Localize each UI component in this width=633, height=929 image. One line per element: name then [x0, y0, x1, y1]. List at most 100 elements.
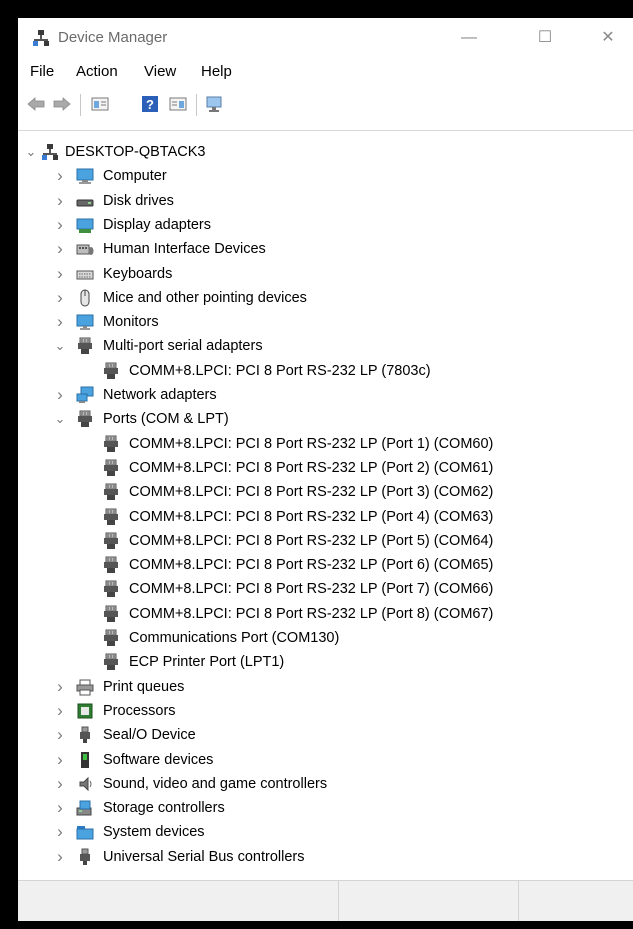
tree-category[interactable]: › Computer — [18, 164, 633, 188]
show-hidden-icon[interactable] — [168, 94, 188, 114]
tree-category-label: System devices — [103, 824, 205, 841]
tree-category-label: Universal Serial Bus controllers — [103, 848, 305, 865]
title-bar[interactable]: Device Manager — ☐ ✕ — [18, 18, 633, 58]
tree-device-label: COMM+8.LPCI: PCI 8 Port RS-232 LP (Port … — [129, 459, 494, 476]
port-icon — [104, 556, 118, 574]
close-button[interactable]: ✕ — [585, 22, 631, 54]
tree-device[interactable]: COMM+8.LPCI: PCI 8 Port RS-232 LP (Port … — [18, 505, 633, 529]
tree-category-label: Mice and other pointing devices — [103, 289, 307, 306]
chevron-down-icon[interactable]: ⌄ — [53, 407, 67, 431]
back-icon[interactable] — [26, 94, 46, 114]
tree-device-label: COMM+8.LPCI: PCI 8 Port RS-232 LP (Port … — [129, 557, 494, 574]
chevron-right-icon[interactable]: › — [53, 820, 67, 844]
tree-category[interactable]: › Software devices — [18, 748, 633, 772]
usb-plug-icon — [80, 726, 90, 744]
port-icon — [104, 629, 118, 646]
tree-root[interactable]: ⌄ DESKTOP-QBTACK3 — [18, 140, 633, 164]
tree-category[interactable]: › Sound, video and game controllers — [18, 772, 633, 796]
tree-category-label: Keyboards — [103, 265, 173, 282]
tree-category[interactable]: › Seal/O Device — [18, 723, 633, 747]
computer-network-icon — [42, 144, 58, 160]
tree-category[interactable]: ⌄ Multi-port serial adapters — [18, 334, 633, 358]
forward-icon[interactable] — [52, 94, 72, 114]
tree-device[interactable]: COMM+8.LPCI: PCI 8 Port RS-232 LP (7803c… — [18, 359, 633, 383]
tree-root-label: DESKTOP-QBTACK3 — [65, 144, 206, 160]
port-icon — [104, 653, 118, 671]
tree-category-label: Multi-port serial adapters — [103, 338, 263, 355]
chevron-right-icon[interactable]: › — [53, 262, 67, 286]
tree-category-label: Seal/O Device — [103, 727, 196, 744]
properties-icon[interactable] — [90, 94, 110, 114]
menu-file[interactable]: File — [30, 63, 54, 80]
tree-category[interactable]: › Storage controllers — [18, 796, 633, 820]
tree-category[interactable]: › System devices — [18, 820, 633, 844]
tree-device-label: ECP Printer Port (LPT1) — [129, 654, 285, 671]
tree-category[interactable]: › Processors — [18, 699, 633, 723]
tree-device-label: COMM+8.LPCI: PCI 8 Port RS-232 LP (Port … — [129, 532, 494, 549]
tree-device[interactable]: Communications Port (COM130) — [18, 626, 633, 650]
tree-category[interactable]: › Human Interface Devices — [18, 237, 633, 261]
computer-icon — [76, 168, 94, 185]
maximize-button[interactable]: ☐ — [522, 22, 568, 54]
chevron-right-icon[interactable]: › — [53, 675, 67, 699]
status-bar — [18, 880, 633, 921]
chevron-right-icon[interactable]: › — [53, 845, 67, 869]
menu-help[interactable]: Help — [201, 63, 232, 80]
chevron-right-icon[interactable]: › — [53, 237, 67, 261]
chevron-down-icon[interactable]: ⌄ — [53, 334, 67, 358]
tree-category[interactable]: › Mice and other pointing devices — [18, 286, 633, 310]
menu-view[interactable]: View — [144, 63, 176, 80]
chevron-right-icon[interactable]: › — [53, 723, 67, 747]
chevron-right-icon[interactable]: › — [53, 164, 67, 188]
chevron-right-icon[interactable]: › — [53, 699, 67, 723]
tree-device[interactable]: COMM+8.LPCI: PCI 8 Port RS-232 LP (Port … — [18, 456, 633, 480]
help-icon[interactable]: ? — [140, 94, 160, 114]
mouse-icon — [80, 289, 90, 307]
tree-device-label: COMM+8.LPCI: PCI 8 Port RS-232 LP (Port … — [129, 484, 494, 501]
tree-category[interactable]: › Print queues — [18, 675, 633, 699]
status-bar-divider — [338, 881, 339, 921]
printer-icon — [76, 679, 94, 696]
port-icon — [104, 605, 118, 622]
tree-category[interactable]: › Universal Serial Bus controllers — [18, 845, 633, 869]
tree-category-label: Ports (COM & LPT) — [103, 411, 229, 428]
tree-category[interactable]: › Disk drives — [18, 189, 633, 213]
tree-device[interactable]: COMM+8.LPCI: PCI 8 Port RS-232 LP (Port … — [18, 529, 633, 553]
chevron-right-icon[interactable]: › — [53, 796, 67, 820]
minimize-button[interactable]: — — [446, 22, 492, 54]
tree-device[interactable]: COMM+8.LPCI: PCI 8 Port RS-232 LP (Port … — [18, 602, 633, 626]
tree-device[interactable]: COMM+8.LPCI: PCI 8 Port RS-232 LP (Port … — [18, 432, 633, 456]
port-icon — [104, 580, 118, 598]
port-icon — [104, 483, 118, 501]
tree-device[interactable]: ECP Printer Port (LPT1) — [18, 650, 633, 674]
tree-category[interactable]: › Keyboards — [18, 262, 633, 286]
tree-device[interactable]: COMM+8.LPCI: PCI 8 Port RS-232 LP (Port … — [18, 553, 633, 577]
chevron-right-icon[interactable]: › — [53, 748, 67, 772]
tree-category[interactable]: ⌄ Ports (COM & LPT) — [18, 407, 633, 431]
speaker-icon — [79, 776, 92, 792]
tree-device[interactable]: COMM+8.LPCI: PCI 8 Port RS-232 LP (Port … — [18, 480, 633, 504]
tree-category-label: Computer — [103, 168, 167, 185]
svg-text:?: ? — [146, 97, 154, 112]
port-icon — [104, 459, 118, 476]
tree-device-label: COMM+8.LPCI: PCI 8 Port RS-232 LP (Port … — [129, 508, 494, 525]
tree-category[interactable]: › Monitors — [18, 310, 633, 334]
device-tree[interactable]: ⌄ DESKTOP-QBTACK3 › Computer › Disk drives › Di… — [18, 130, 633, 871]
usb-plug-icon — [80, 848, 90, 865]
tree-category-label: Display adapters — [103, 216, 211, 233]
device-manager-window: Device Manager — ☐ ✕ File Action View He… — [18, 18, 633, 921]
toolbar-separator — [80, 94, 81, 116]
tree-device[interactable]: COMM+8.LPCI: PCI 8 Port RS-232 LP (Port … — [18, 577, 633, 601]
chevron-right-icon[interactable]: › — [53, 310, 67, 334]
chevron-right-icon[interactable]: › — [53, 189, 67, 213]
chevron-down-icon[interactable]: ⌄ — [24, 140, 38, 164]
scan-hardware-icon[interactable] — [204, 94, 224, 114]
chevron-right-icon[interactable]: › — [53, 772, 67, 796]
tree-category[interactable]: › Display adapters — [18, 213, 633, 237]
chevron-right-icon[interactable]: › — [53, 213, 67, 237]
tree-category[interactable]: › Network adapters — [18, 383, 633, 407]
chevron-right-icon[interactable]: › — [53, 383, 67, 407]
chevron-right-icon[interactable]: › — [53, 286, 67, 310]
menu-action[interactable]: Action — [76, 63, 118, 80]
tree-category-label: Processors — [103, 702, 176, 719]
